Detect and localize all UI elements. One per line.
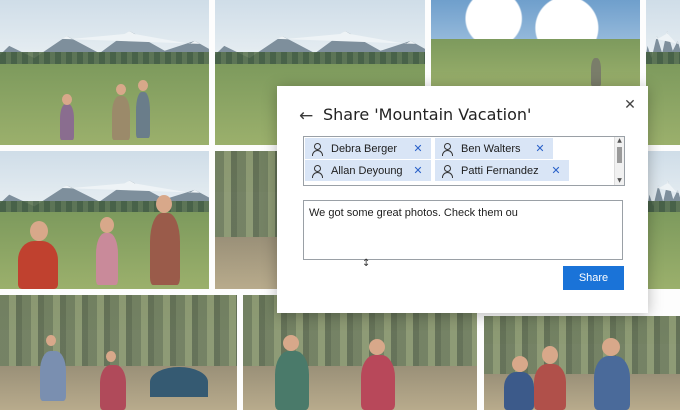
scroll-up-icon[interactable]: ▲ (615, 137, 624, 145)
close-icon: ✕ (624, 97, 636, 113)
recipient-name: Ben Walters (461, 142, 521, 155)
close-button[interactable]: ✕ (620, 95, 640, 115)
remove-x-icon[interactable]: ✕ (549, 164, 563, 177)
remove-x-icon[interactable]: ✕ (533, 142, 547, 155)
dialog-title: Share 'Mountain Vacation' (323, 105, 532, 124)
recipient-name: Allan Deyoung (331, 164, 403, 177)
person-icon (311, 142, 323, 156)
remove-x-icon[interactable]: ✕ (411, 164, 425, 177)
recipient-chip[interactable]: Debra Berger ✕ (305, 138, 431, 159)
arrow-left-icon: ← (299, 106, 314, 126)
scroll-thumb[interactable] (617, 147, 622, 163)
recipient-name: Debra Berger (331, 142, 398, 155)
recipients-field[interactable]: Debra Berger ✕ Ben Walters ✕ Allan Deyou… (303, 136, 625, 186)
photo-tile[interactable] (215, 151, 277, 289)
photo-tile[interactable] (648, 151, 680, 289)
photo-tile[interactable] (0, 151, 209, 289)
person-icon (441, 164, 453, 178)
photo-tile[interactable] (0, 295, 237, 410)
message-field[interactable]: We got some great photos. Check them ou (303, 200, 623, 260)
recipients-scrollbar[interactable]: ▲ ▼ (614, 137, 624, 185)
photo-tile[interactable] (0, 0, 209, 145)
back-button[interactable]: ← (299, 106, 319, 126)
person-icon (311, 164, 323, 178)
photo-tile[interactable] (646, 0, 680, 145)
recipient-chip[interactable]: Ben Walters ✕ (435, 138, 553, 159)
recipient-chip[interactable]: Patti Fernandez ✕ (435, 160, 569, 181)
text-cursor-icon: ↕ (362, 258, 371, 269)
recipient-chip[interactable]: Allan Deyoung ✕ (305, 160, 431, 181)
recipient-name: Patti Fernandez (461, 164, 539, 177)
share-dialog: ← Share 'Mountain Vacation' ✕ Debra Berg… (277, 86, 648, 313)
person-icon (441, 142, 453, 156)
remove-x-icon[interactable]: ✕ (411, 142, 425, 155)
photo-tile[interactable] (484, 316, 680, 410)
scroll-down-icon[interactable]: ▼ (615, 177, 624, 185)
photo-tile[interactable] (431, 0, 640, 88)
share-button[interactable]: Share (563, 266, 624, 290)
